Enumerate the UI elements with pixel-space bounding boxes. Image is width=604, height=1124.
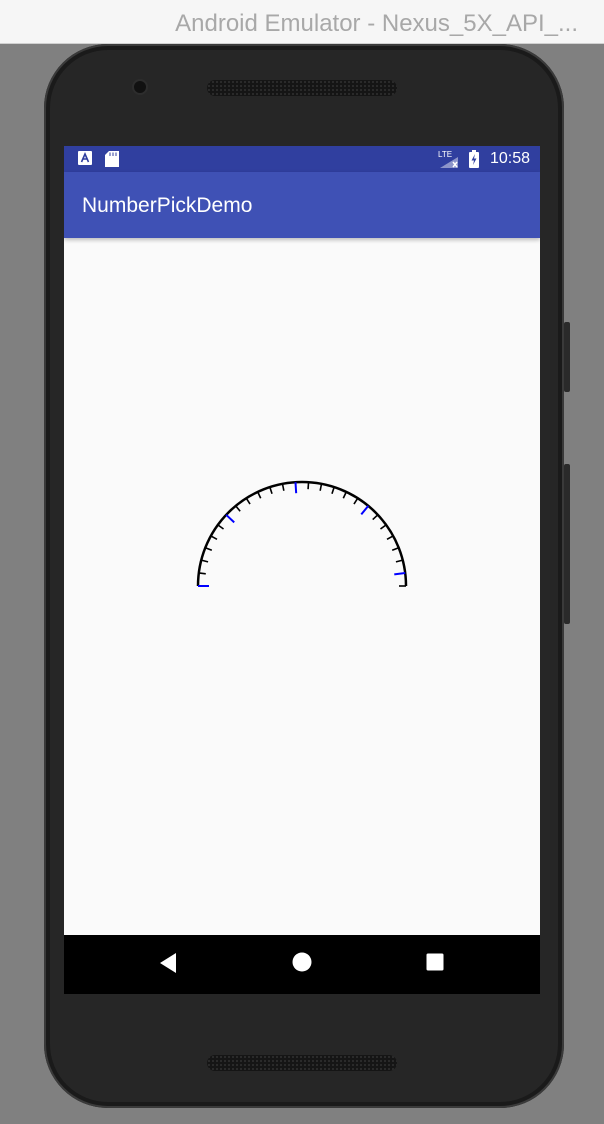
gauge-minor-tick (210, 535, 218, 540)
status-bar: LTE 10:58 (64, 146, 540, 172)
gauge-minor-tick (245, 497, 251, 505)
app-title: NumberPickDemo (82, 194, 253, 217)
back-icon[interactable] (158, 952, 178, 974)
gauge-arc (196, 480, 408, 587)
gauge-minor-tick (372, 514, 379, 521)
gauge-minor-tick (331, 486, 335, 494)
gauge-minor-tick (395, 559, 403, 563)
gauge-minor-tick (380, 524, 387, 530)
gauge-minor-tick (342, 491, 348, 499)
phone-screen: LTE 10:58 NumberPickDemo (64, 146, 540, 994)
earpiece-speaker (207, 80, 397, 96)
app-bar: NumberPickDemo (64, 172, 540, 238)
status-time: 10:58 (489, 150, 530, 167)
gauge-minor-tick (391, 546, 399, 552)
recents-icon[interactable] (426, 953, 444, 971)
navigation-bar (64, 935, 540, 994)
gauge-ticks (198, 482, 406, 587)
gauge-minor-tick (386, 535, 394, 540)
gauge-major-tick (294, 482, 298, 494)
number-pick-gauge[interactable] (64, 238, 540, 935)
gauge-major-tick (394, 571, 406, 576)
gauge-major-tick (225, 514, 235, 524)
volume-button[interactable] (564, 464, 570, 624)
a-notification-icon (78, 151, 92, 165)
gauge-major-tick (360, 505, 370, 515)
gauge-minor-tick (235, 505, 241, 512)
home-icon[interactable] (292, 952, 312, 972)
bottom-speaker (207, 1055, 397, 1071)
lte-signal-icon: LTE (438, 150, 458, 168)
gauge-minor-tick (217, 524, 224, 530)
window-titlebar: Android Emulator - Nexus_5X_API_... (0, 0, 604, 44)
gauge-minor-tick (198, 572, 206, 575)
gauge-minor-tick (205, 546, 213, 552)
front-camera-icon (134, 81, 146, 93)
sd-card-icon (105, 151, 119, 167)
gauge-minor-tick (269, 486, 273, 494)
gauge-minor-tick (201, 559, 209, 563)
window-title: Android Emulator - Nexus_5X_API_... (175, 10, 578, 37)
battery-charging-icon (469, 150, 479, 168)
gauge-minor-tick (256, 491, 262, 499)
power-button[interactable] (564, 322, 570, 392)
svg-text:LTE: LTE (438, 150, 452, 159)
gauge-minor-tick (353, 497, 359, 505)
